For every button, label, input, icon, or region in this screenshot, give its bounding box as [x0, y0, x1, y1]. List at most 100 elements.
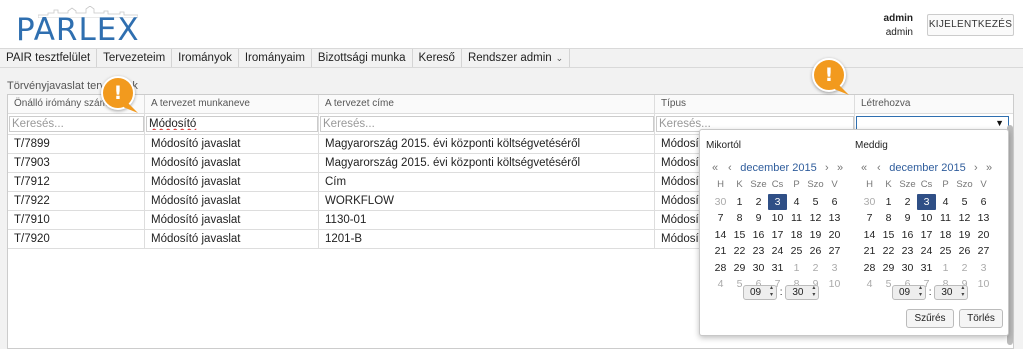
calendar-day[interactable]: 6	[825, 194, 844, 211]
filter-button[interactable]: Szűrés	[906, 309, 954, 328]
calendar-day[interactable]: 12	[806, 210, 825, 227]
calendar-day[interactable]: 21	[711, 243, 730, 260]
calendar-day[interactable]: 19	[955, 227, 974, 244]
calendar-day[interactable]: 15	[879, 227, 898, 244]
minute-select[interactable]: 30	[785, 285, 820, 300]
nav-item-kereso[interactable]: Kereső	[413, 49, 462, 67]
calendar-day[interactable]: 20	[825, 227, 844, 244]
prev-year-icon[interactable]: «	[712, 160, 718, 176]
calendar-day[interactable]: 18	[936, 227, 955, 244]
nav-item-rendszer-admin[interactable]: Rendszer admin ⌄	[462, 49, 571, 67]
calendar-day[interactable]: 24	[917, 243, 936, 260]
calendar-day[interactable]: 22	[730, 243, 749, 260]
nav-item-tervezeteim[interactable]: Tervezeteim	[97, 49, 173, 67]
nav-item-iromanyok[interactable]: Irományok	[172, 49, 239, 67]
next-year-icon[interactable]: »	[986, 160, 992, 176]
calendar-day[interactable]: 8	[879, 210, 898, 227]
next-month-icon[interactable]: ›	[825, 160, 829, 176]
calendar-day[interactable]: 1	[787, 260, 806, 277]
calendar-day[interactable]: 31	[917, 260, 936, 277]
calendar-day[interactable]: 22	[879, 243, 898, 260]
next-year-icon[interactable]: »	[837, 160, 843, 176]
calendar-day[interactable]: 29	[730, 260, 749, 277]
calendar-day[interactable]: 23	[898, 243, 917, 260]
clear-button[interactable]: Törlés	[959, 309, 1003, 328]
hour-select[interactable]: 09	[743, 285, 777, 300]
calendar-day[interactable]: 26	[806, 243, 825, 260]
calendar-day[interactable]: 27	[974, 243, 993, 260]
calendar-day[interactable]: 13	[825, 210, 844, 227]
calendar-day[interactable]: 9	[898, 210, 917, 227]
calendar-day[interactable]: 8	[730, 210, 749, 227]
calendar-day[interactable]: 3	[917, 193, 936, 210]
calendar-day[interactable]: 16	[749, 227, 768, 244]
calendar-day[interactable]: 29	[879, 260, 898, 277]
calendar-day[interactable]: 30	[860, 194, 879, 211]
calendar-day[interactable]: 3	[974, 260, 993, 277]
calendar-day[interactable]: 3	[768, 193, 787, 210]
calendar-day[interactable]: 23	[749, 243, 768, 260]
filter-input-szam[interactable]	[9, 116, 144, 132]
parlex-logo[interactable]: PARLEX	[16, 6, 148, 48]
calendar-day[interactable]: 10	[917, 210, 936, 227]
calendar-day[interactable]: 1	[936, 260, 955, 277]
calendar-day[interactable]: 30	[711, 194, 730, 211]
calendar-day[interactable]: 20	[974, 227, 993, 244]
prev-year-icon[interactable]: «	[861, 160, 867, 176]
hour-select[interactable]: 09	[892, 285, 926, 300]
calendar-day[interactable]: 7	[860, 210, 879, 227]
calendar-day[interactable]: 2	[898, 194, 917, 211]
calendar-day[interactable]: 16	[898, 227, 917, 244]
calendar-day[interactable]: 10	[768, 210, 787, 227]
calendar-day[interactable]: 19	[806, 227, 825, 244]
calendar-day[interactable]: 13	[974, 210, 993, 227]
calendar-day[interactable]: 7	[711, 210, 730, 227]
filter-input-cime[interactable]	[320, 116, 654, 132]
calendar-day[interactable]: 4	[787, 194, 806, 211]
calendar-day[interactable]: 5	[806, 194, 825, 211]
calendar-day[interactable]: 5	[955, 194, 974, 211]
calendar-day[interactable]: 6	[974, 194, 993, 211]
nav-item-bizottsagi-munka[interactable]: Bizottsági munka	[312, 49, 413, 67]
calendar-day[interactable]: 17	[768, 227, 787, 244]
nav-item-pair[interactable]: PAIR tesztfelület	[0, 49, 98, 67]
column-header[interactable]: Típus	[655, 95, 855, 114]
calendar-day[interactable]: 26	[955, 243, 974, 260]
calendar-day[interactable]: 28	[860, 260, 879, 277]
calendar-day[interactable]: 28	[711, 260, 730, 277]
calendar-day[interactable]: 11	[787, 210, 806, 227]
calendar-day[interactable]: 18	[787, 227, 806, 244]
calendar-day[interactable]: 12	[955, 210, 974, 227]
calendar-day[interactable]: 30	[898, 260, 917, 277]
calendar-day[interactable]: 10	[974, 276, 993, 293]
column-header[interactable]: Létrehozva	[855, 95, 1013, 114]
calendar-day[interactable]: 25	[787, 243, 806, 260]
calendar-day[interactable]: 2	[749, 194, 768, 211]
calendar-day[interactable]: 2	[955, 260, 974, 277]
logout-button[interactable]: KIJELENTKEZÉS	[927, 14, 1014, 36]
calendar-day[interactable]: 24	[768, 243, 787, 260]
calendar-day[interactable]: 27	[825, 243, 844, 260]
calendar-day[interactable]: 9	[749, 210, 768, 227]
calendar-day[interactable]: 1	[730, 194, 749, 211]
prev-month-icon[interactable]: ‹	[728, 160, 732, 176]
calendar-day[interactable]: 14	[860, 227, 879, 244]
calendar-day[interactable]: 31	[768, 260, 787, 277]
calendar-day[interactable]: 2	[806, 260, 825, 277]
column-header[interactable]: A tervezet címe	[319, 95, 655, 114]
calendar-day[interactable]: 30	[749, 260, 768, 277]
calendar-day[interactable]: 17	[917, 227, 936, 244]
calendar-day[interactable]: 4	[711, 276, 730, 293]
filter-input-munkaneve[interactable]	[146, 116, 318, 132]
calendar-day[interactable]: 11	[936, 210, 955, 227]
calendar-day[interactable]: 10	[825, 276, 844, 293]
prev-month-icon[interactable]: ‹	[877, 160, 881, 176]
calendar-day[interactable]: 14	[711, 227, 730, 244]
minute-select[interactable]: 30	[934, 285, 969, 300]
calendar-day[interactable]: 25	[936, 243, 955, 260]
calendar-day[interactable]: 15	[730, 227, 749, 244]
calendar-day[interactable]: 3	[825, 260, 844, 277]
next-month-icon[interactable]: ›	[974, 160, 978, 176]
calendar-day[interactable]: 1	[879, 194, 898, 211]
calendar-day[interactable]: 21	[860, 243, 879, 260]
